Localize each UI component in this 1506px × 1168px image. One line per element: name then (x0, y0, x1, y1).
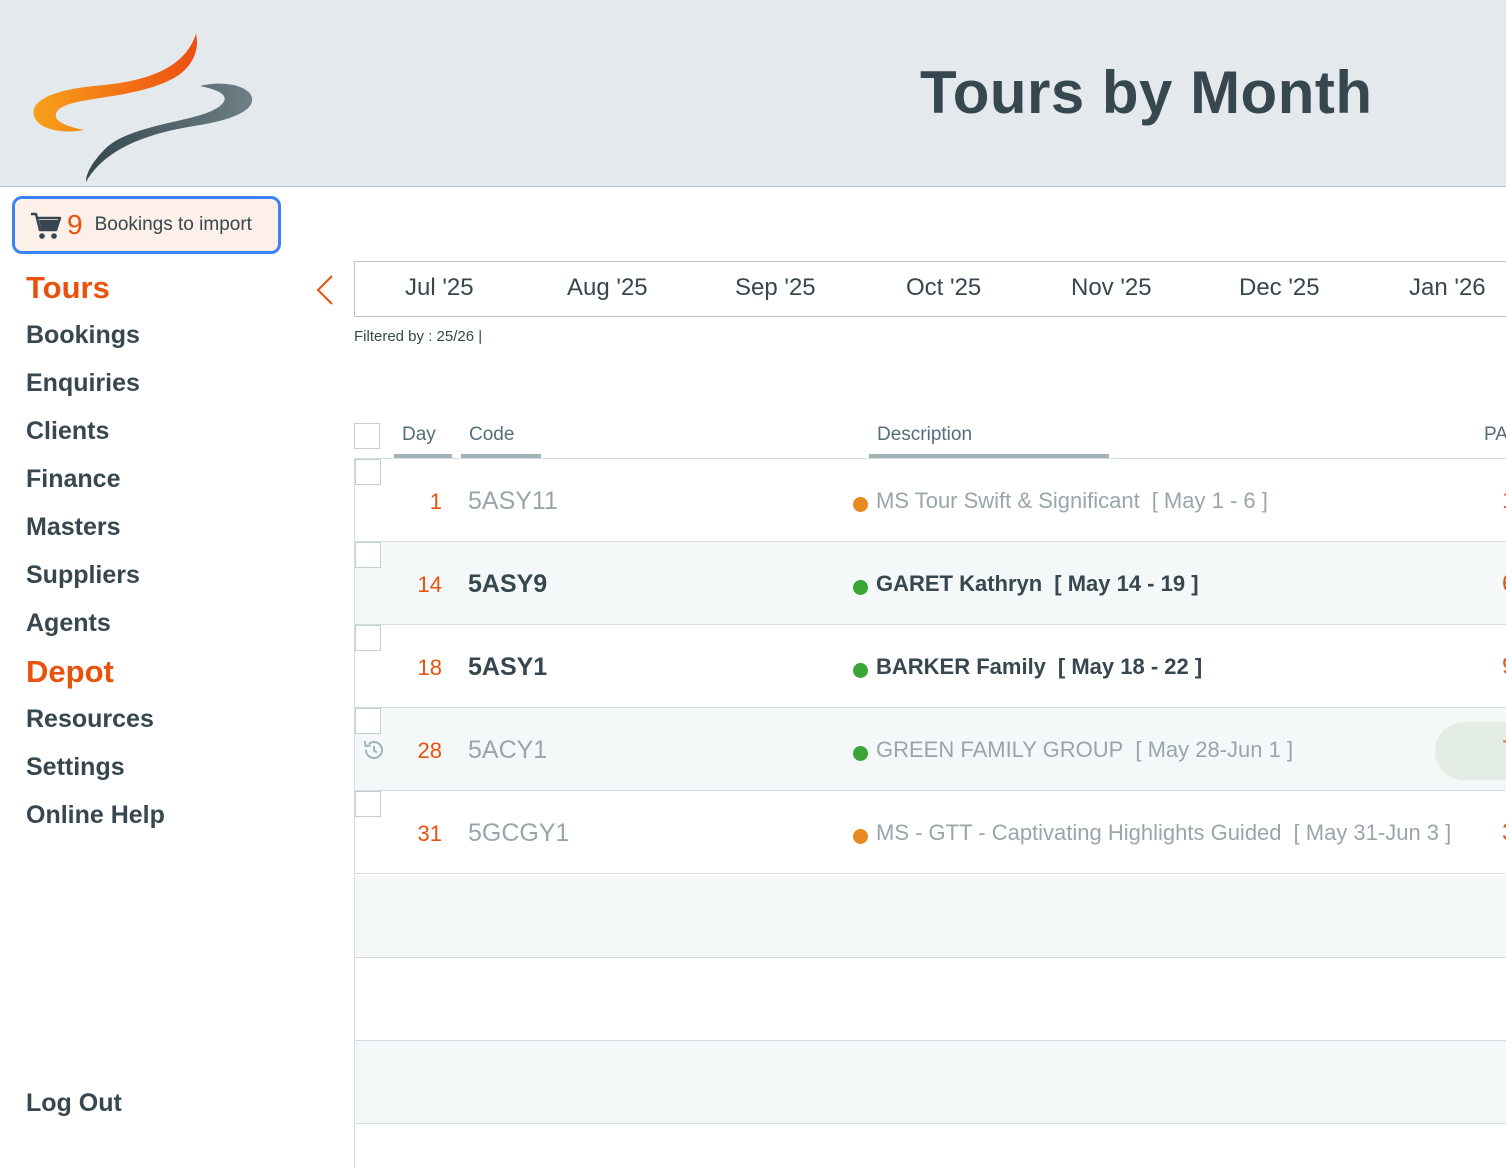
select-all-checkbox[interactable] (354, 423, 380, 449)
row-code: 5GCGY1 (468, 819, 570, 847)
row-dates: [ May 14 - 19 ] (1054, 571, 1199, 596)
month-tab[interactable]: Nov '25 (1071, 274, 1152, 302)
table-row[interactable]: 14 5ASY9 GARET Kathryn [ May 14 - 19 ] 6 (354, 542, 1506, 625)
month-selector: Jul '25 Aug '25 Sep '25 Oct '25 Nov '25 … (354, 261, 1506, 317)
month-tab[interactable]: Dec '25 (1239, 274, 1320, 302)
column-header-code[interactable]: Code (469, 424, 514, 446)
empty-row (354, 958, 1506, 1041)
column-underline (394, 454, 452, 458)
pax-badge (1435, 722, 1506, 780)
row-pax: 6 (1502, 570, 1506, 598)
sidebar-item-online-help[interactable]: Online Help (26, 801, 165, 830)
sidebar-item-resources[interactable]: Resources (26, 705, 154, 734)
row-name: GREEN FAMILY GROUP (876, 737, 1124, 762)
row-checkbox[interactable] (355, 459, 381, 485)
cart-icon (31, 212, 62, 239)
filter-status: Filtered by : 25/26 | (354, 328, 483, 345)
status-dot (853, 497, 868, 512)
row-name: MS - GTT - Captivating Highlights Guided (876, 820, 1282, 845)
status-dot (853, 663, 868, 678)
sidebar-item-finance[interactable]: Finance (26, 465, 120, 494)
row-name: BARKER Family (876, 654, 1046, 679)
row-dates: [ May 18 - 22 ] (1057, 654, 1203, 679)
row-description: BARKER Family [ May 18 - 22 ] (876, 654, 1202, 680)
sidebar-item-settings[interactable]: Settings (26, 753, 125, 782)
history-icon[interactable] (361, 738, 385, 762)
table-border (354, 1124, 355, 1168)
sidebar-item-masters[interactable]: Masters (26, 513, 121, 542)
company-logo (33, 34, 253, 182)
app-header: Tours by Month (0, 0, 1506, 187)
table-row[interactable]: 28 5ACY1 GREEN FAMILY GROUP [ May 28-Jun … (354, 708, 1506, 791)
sidebar-item-agents[interactable]: Agents (26, 609, 111, 638)
table-row[interactable]: 18 5ASY1 BARKER Family [ May 18 - 22 ] 9 (354, 625, 1506, 708)
sidebar-item-clients[interactable]: Clients (26, 417, 109, 446)
sidebar-item-bookings[interactable]: Bookings (26, 321, 140, 350)
month-tab[interactable]: Jul '25 (405, 274, 474, 302)
row-checkbox[interactable] (355, 708, 381, 734)
status-dot (853, 829, 868, 844)
column-underline (461, 454, 541, 458)
row-description: GARET Kathryn [ May 14 - 19 ] (876, 571, 1199, 597)
row-description: GREEN FAMILY GROUP [ May 28-Jun 1 ] (876, 737, 1293, 763)
row-checkbox[interactable] (355, 625, 381, 651)
sidebar-item-enquiries[interactable]: Enquiries (26, 369, 140, 398)
row-checkbox[interactable] (355, 542, 381, 568)
row-code: 5ASY11 (468, 487, 558, 515)
row-pax: 7 (1502, 736, 1506, 764)
row-day: 28 (417, 738, 442, 763)
page-title: Tours by Month (920, 59, 1373, 126)
month-tab[interactable]: Jan '26 (1409, 274, 1486, 302)
table-row[interactable]: 1 5ASY11 MS Tour Swift & Significant [ Ma… (354, 459, 1506, 542)
row-name: MS Tour Swift & Significant (876, 488, 1140, 513)
column-header-pax[interactable]: PAX (1484, 424, 1506, 446)
row-day: 1 (429, 489, 442, 514)
import-label: Bookings to import (94, 214, 252, 235)
month-tab[interactable]: Sep '25 (735, 274, 816, 302)
row-description: MS Tour Swift & Significant [ May 1 - 6 ] (876, 488, 1268, 514)
table-row[interactable]: 31 5GCGY1 MS - GTT - Captivating Highlig… (354, 791, 1506, 874)
row-day: 31 (417, 821, 442, 846)
row-code: 5ASY1 (468, 653, 548, 681)
month-tab[interactable]: Oct '25 (906, 274, 981, 302)
import-count: 9 (67, 209, 83, 240)
row-name: GARET Kathryn (876, 571, 1043, 596)
sidebar-item-suppliers[interactable]: Suppliers (26, 561, 140, 590)
row-day: 18 (417, 655, 442, 680)
row-dates: [ May 31-Jun 3 ] (1293, 820, 1452, 845)
row-day: 14 (417, 572, 442, 597)
row-code: 5ACY1 (468, 736, 548, 764)
sidebar-item-depot[interactable]: Depot (26, 654, 114, 690)
collapse-sidebar-icon[interactable] (314, 272, 338, 308)
row-dates: [ May 1 - 6 ] (1151, 488, 1268, 513)
column-header-day[interactable]: Day (402, 424, 436, 446)
row-dates: [ May 28-Jun 1 ] (1135, 737, 1294, 762)
row-checkbox[interactable] (355, 791, 381, 817)
row-pax: 9 (1502, 653, 1506, 681)
column-underline (869, 454, 1109, 458)
row-pax: 1 (1502, 487, 1506, 515)
sidebar-item-tours[interactable]: Tours (26, 270, 110, 306)
status-dot (853, 746, 868, 761)
row-description: MS - GTT - Captivating Highlights Guided… (876, 820, 1451, 846)
empty-row (354, 1041, 1506, 1124)
empty-row (354, 875, 1506, 958)
logout-link[interactable]: Log Out (26, 1089, 122, 1118)
bookings-to-import-button[interactable]: 9 Bookings to import (12, 196, 281, 254)
column-header-description[interactable]: Description (877, 424, 972, 446)
row-code: 5ASY9 (468, 570, 548, 598)
row-pax: 3 (1502, 819, 1506, 847)
status-dot (853, 580, 868, 595)
month-tab[interactable]: Aug '25 (567, 274, 648, 302)
table-header: Day Code Description PAX (354, 410, 1506, 459)
